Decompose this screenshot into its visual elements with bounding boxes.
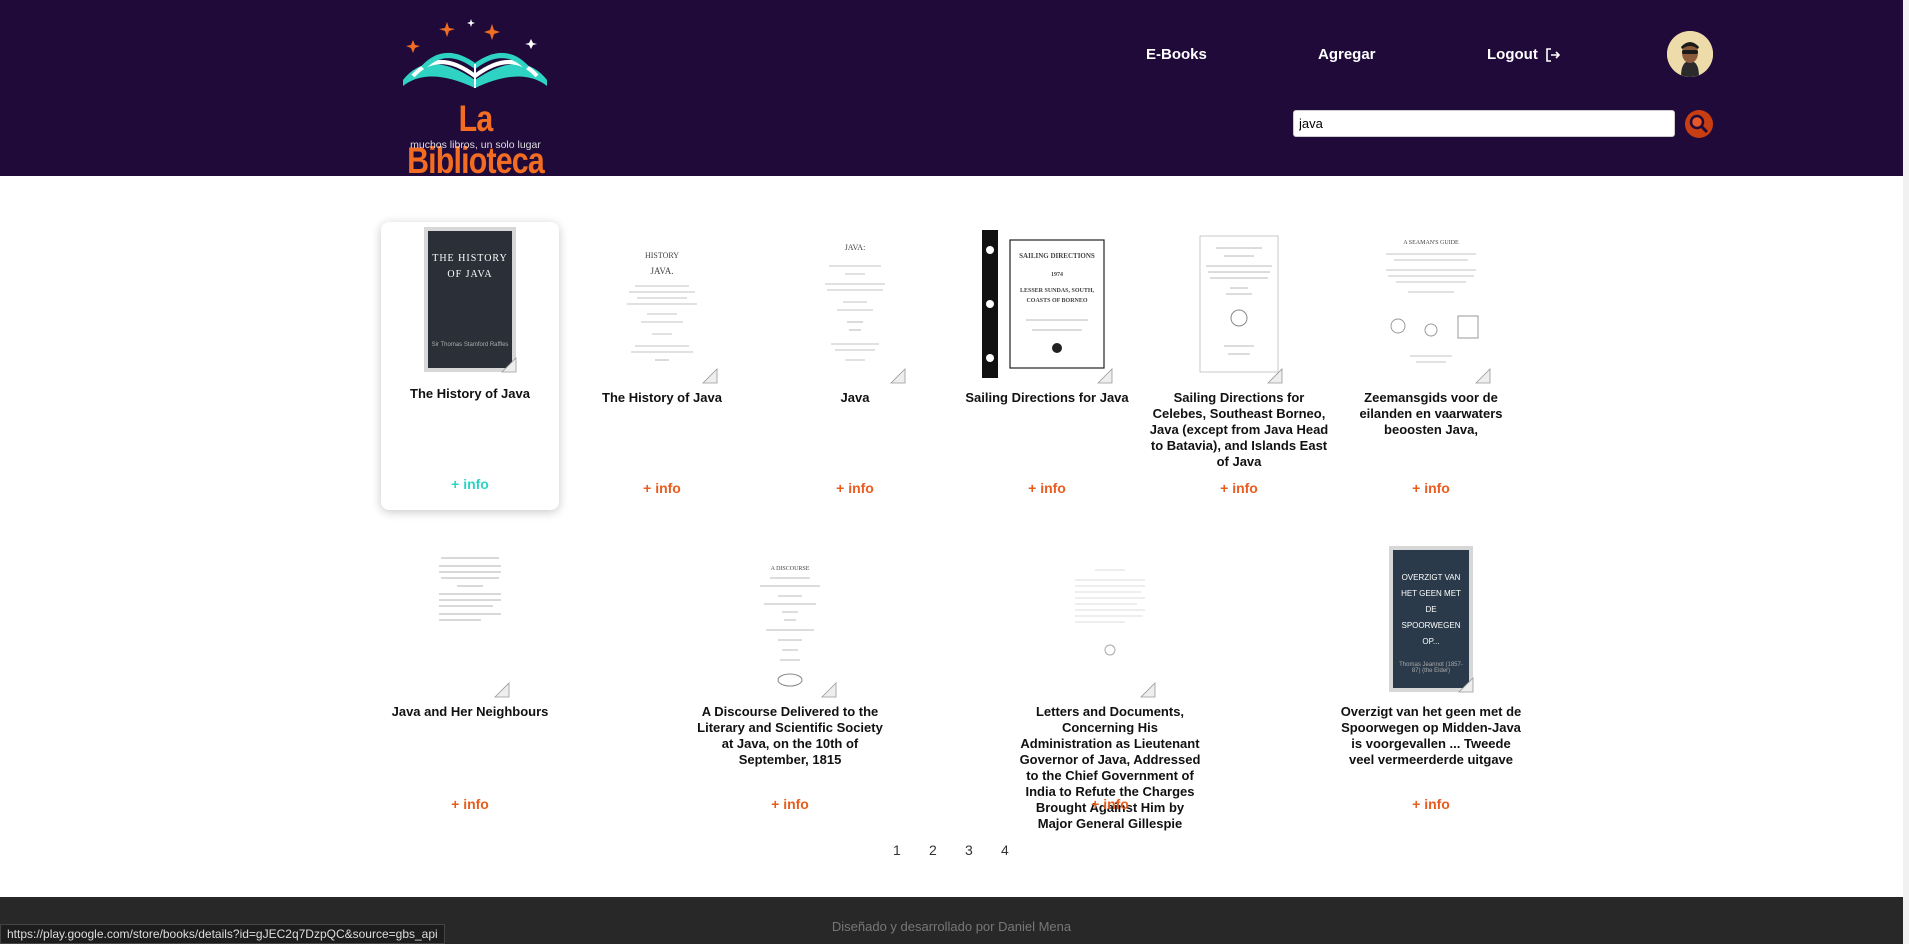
brand-tagline: muchos libros, un solo lugar: [410, 139, 541, 151]
page-curl-icon: [501, 357, 517, 373]
info-link[interactable]: + info: [701, 796, 879, 812]
cover-title: THE HISTORY OF JAVA: [432, 253, 508, 280]
page-link-2[interactable]: 2: [929, 842, 937, 858]
nav-logout-label: Logout: [1487, 46, 1538, 63]
page-link-4[interactable]: 4: [1001, 842, 1009, 858]
page-link-3[interactable]: 3: [965, 842, 973, 858]
book-card[interactable]: OVERZIGT VAN HET GEEN MET DE SPOORWEGEN …: [1341, 546, 1521, 836]
search-icon: [1685, 110, 1713, 138]
book-card[interactable]: A DISCOURSE A Discourse Delivered to the…: [697, 546, 883, 836]
scanned-page-image: HISTORY JAVA.: [607, 230, 717, 378]
avatar[interactable]: [1667, 31, 1713, 77]
scanned-page-image: SAILING DIRECTIONS 1974 LESSER SUNDAS, S…: [982, 230, 1112, 378]
scanned-page-image: A DISCOURSE: [744, 546, 836, 692]
cover-author: Thomas Jeannot (1857-87) (the Elder): [1399, 662, 1463, 674]
page-curl-icon: [821, 682, 837, 698]
info-link[interactable]: + info: [573, 480, 751, 496]
status-bar-url: https://play.google.com/store/books/deta…: [0, 924, 445, 944]
svg-text:1974: 1974: [1051, 272, 1063, 278]
book-title: Sailing Directions for Java: [965, 390, 1129, 405]
book-card[interactable]: A SEAMAN'S GUIDE Zeemansgids voor de eil…: [1342, 226, 1520, 508]
book-card[interactable]: THE HISTORY OF JAVA Sir Thomas Stamford …: [381, 222, 559, 510]
book-title: Java: [840, 390, 870, 405]
book-card[interactable]: HISTORY JAVA. The History of Java + info: [573, 226, 751, 508]
book-cover[interactable]: JAVA:: [766, 230, 944, 384]
book-cover[interactable]: HISTORY JAVA.: [573, 230, 751, 384]
book-card[interactable]: Sailing Directions for Celebes, Southeas…: [1150, 226, 1328, 508]
page-curl-icon: [1140, 682, 1156, 698]
nav-ebooks[interactable]: E-Books: [1146, 46, 1207, 63]
page-curl-icon: [494, 682, 510, 698]
book-title: The History of Java: [602, 390, 722, 405]
header: La Biblioteca muchos libros, un solo lug…: [0, 0, 1903, 181]
svg-text:COASTS OF BORNEO: COASTS OF BORNEO: [1026, 298, 1087, 304]
book-title: Zeemansgids voor de eilanden en vaarwate…: [1359, 390, 1503, 437]
svg-text:JAVA.: JAVA.: [651, 266, 674, 276]
book-title: Letters and Documents, Concerning His Ad…: [1019, 704, 1201, 831]
scanned-page-image: JAVA:: [805, 230, 905, 378]
page-curl-icon: [1097, 368, 1113, 384]
page-curl-icon: [890, 368, 906, 384]
search-input[interactable]: [1293, 110, 1675, 137]
page-curl-icon: [1458, 677, 1474, 693]
scanned-page-image: [1065, 546, 1155, 692]
book-card[interactable]: Letters and Documents, Concerning His Ad…: [1020, 546, 1200, 836]
book-cover[interactable]: SAILING DIRECTIONS 1974 LESSER SUNDAS, S…: [958, 230, 1136, 384]
info-link[interactable]: + info: [958, 480, 1136, 496]
scrollbar[interactable]: [1903, 0, 1909, 944]
book-card[interactable]: Java and Her Neighbours + info: [381, 546, 559, 836]
scanned-page-image: A SEAMAN'S GUIDE: [1372, 230, 1490, 378]
page-curl-icon: [1267, 368, 1283, 384]
page-curl-icon: [702, 368, 718, 384]
book-title: Java and Her Neighbours: [391, 704, 549, 719]
search-button[interactable]: [1684, 109, 1714, 139]
nav-agregar[interactable]: Agregar: [1318, 46, 1376, 63]
info-link[interactable]: + info: [766, 480, 944, 496]
book-cover[interactable]: [381, 546, 559, 698]
svg-text:JAVA:: JAVA:: [845, 243, 866, 252]
svg-text:LESSER SUNDAS, SOUTH,: LESSER SUNDAS, SOUTH,: [1020, 288, 1095, 294]
book-title: A Discourse Delivered to the Literary an…: [697, 704, 883, 767]
nav-logout[interactable]: Logout: [1487, 46, 1561, 63]
nav-ebooks-label: E-Books: [1146, 46, 1207, 63]
brand-logo[interactable]: La Biblioteca muchos libros, un solo lug…: [383, 18, 568, 181]
cover-title: OVERZIGT VAN HET GEEN MET DE SPOORWEGEN …: [1401, 573, 1461, 646]
svg-text:A DISCOURSE: A DISCOURSE: [771, 566, 810, 572]
logout-icon: [1546, 47, 1560, 62]
scanned-page-image: [431, 546, 509, 692]
book-cover[interactable]: A DISCOURSE: [701, 546, 879, 698]
page-link-1[interactable]: 1: [893, 842, 901, 858]
book-cover[interactable]: A SEAMAN'S GUIDE: [1342, 230, 1520, 384]
open-book-icon: [403, 19, 547, 88]
book-card[interactable]: SAILING DIRECTIONS 1974 LESSER SUNDAS, S…: [958, 226, 1136, 508]
nav-agregar-label: Agregar: [1318, 46, 1376, 63]
info-link[interactable]: + info: [381, 476, 559, 492]
info-link[interactable]: + info: [1342, 796, 1520, 812]
page-curl-icon: [1475, 368, 1491, 384]
book-cover[interactable]: OVERZIGT VAN HET GEEN MET DE SPOORWEGEN …: [1342, 546, 1520, 693]
info-link[interactable]: + info: [1150, 480, 1328, 496]
scanned-page-image: [1196, 230, 1282, 378]
info-link[interactable]: + info: [1342, 480, 1520, 496]
book-card[interactable]: JAVA: Java + info: [766, 226, 944, 508]
cover-author: Sir Thomas Stamford Raffles: [431, 342, 509, 348]
book-title: Overzigt van het geen met de Spoorwegen …: [1340, 704, 1522, 767]
info-link[interactable]: + info: [1021, 796, 1199, 812]
info-link[interactable]: + info: [381, 796, 559, 812]
svg-text:SAILING DIRECTIONS: SAILING DIRECTIONS: [1019, 252, 1095, 260]
book-title: Sailing Directions for Celebes, Southeas…: [1149, 390, 1329, 469]
book-title: The History of Java: [410, 386, 530, 401]
svg-text:A SEAMAN'S GUIDE: A SEAMAN'S GUIDE: [1403, 240, 1459, 246]
user-avatar-icon: [1667, 31, 1713, 77]
book-cover[interactable]: [1021, 546, 1199, 698]
svg-text:HISTORY: HISTORY: [645, 251, 679, 260]
book-cover[interactable]: [1150, 230, 1328, 384]
book-cover[interactable]: THE HISTORY OF JAVA Sir Thomas Stamford …: [381, 227, 559, 373]
